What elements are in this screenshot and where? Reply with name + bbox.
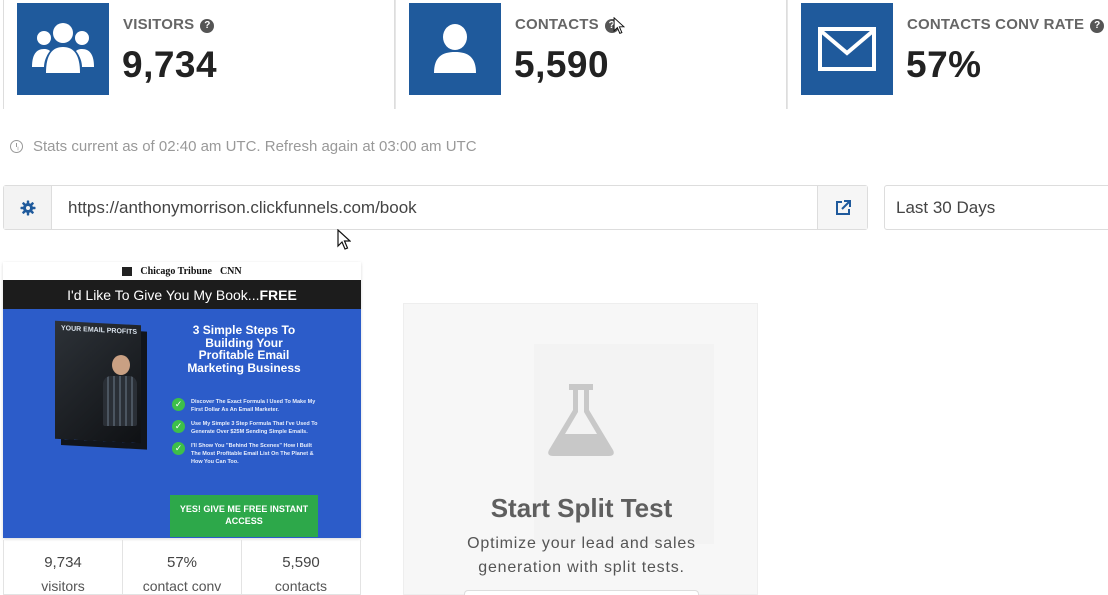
thumb-headline-text: I'd Like To Give You My Book... (67, 286, 260, 303)
thumb-headline: I'd Like To Give You My Book... FREE (3, 280, 361, 309)
press-logos: Chicago Tribune CNN (3, 262, 361, 280)
flask-icon (548, 384, 614, 456)
clock-icon (10, 140, 23, 153)
mouse-cursor-icon (613, 17, 625, 34)
date-range-select[interactable]: Last 30 Days (884, 185, 1108, 230)
help-icon[interactable]: ? (200, 19, 215, 33)
book-title: YOUR EMAIL PROFITS (61, 325, 138, 337)
page-url[interactable]: https://anthonymorrison.clickfunnels.com… (52, 186, 817, 229)
stats-row: VISITORS? 9,734 CONTACTS? 5,590 CONTACTS… (3, 0, 1108, 109)
press-logo-cnn: CNN (219, 265, 242, 277)
list-item: ✓ Discover The Exact Formula I Used To Ma… (172, 398, 322, 414)
author-photo (103, 355, 139, 427)
thumb-hero: YOUR EMAIL PROFITS 3 Simple Steps To Bui… (3, 309, 361, 538)
press-logo-icon (122, 266, 133, 276)
thumb-stat-contacts: 5,590 contacts (274, 554, 328, 594)
thumb-stat-visitors: 9,734 visitors (4, 540, 123, 594)
contacts-card: CONTACTS? 5,590 (395, 0, 787, 109)
thumb-stat-conv: 57% contact conv (123, 540, 242, 594)
split-test-title: Start Split Test (490, 493, 673, 523)
users-icon (17, 3, 109, 95)
list-item: ✓ Use My Simple 3 Step Formula That I've … (172, 420, 322, 436)
conv-rate-label: CONTACTS CONV RATE (907, 16, 1085, 33)
thumb-headline-bold: FREE (259, 286, 297, 303)
start-split-test-button[interactable] (464, 590, 699, 595)
url-bar: https://anthonymorrison.clickfunnels.com… (3, 185, 868, 230)
conv-rate-value: 57% (906, 44, 982, 85)
press-logo-tribune: Chicago Tribune (140, 265, 212, 277)
check-icon: ✓ (172, 398, 185, 411)
visitors-card: VISITORS? 9,734 (3, 0, 395, 109)
help-icon[interactable]: ? (1090, 19, 1105, 33)
status-text: Stats current as of 02:40 am UTC. Refres… (33, 138, 477, 155)
open-page-button[interactable] (817, 186, 867, 229)
contacts-value: 5,590 (514, 44, 610, 85)
thumbnail-stats: 9,734 visitors 57% contact conv 5,590 co… (3, 540, 361, 595)
thumb-cta-button: YES! GIVE ME FREE INSTANT ACCESS (170, 495, 318, 537)
thumb-steps-title: 3 Simple Steps To Building Your Profitab… (187, 323, 301, 375)
user-icon (409, 3, 501, 95)
contacts-label: CONTACTS (515, 16, 599, 33)
envelope-icon (801, 3, 893, 95)
stats-status: Stats current as of 02:40 am UTC. Refres… (10, 138, 477, 155)
mouse-cursor-icon (337, 229, 351, 250)
page-thumbnail[interactable]: Chicago Tribune CNN I'd Like To Give You… (3, 262, 361, 538)
visitors-label: VISITORS (123, 16, 195, 33)
visitors-value: 9,734 (122, 44, 218, 85)
split-test-description: Optimize your lead and sales generation … (467, 535, 696, 576)
thumb-bullets: ✓ Discover The Exact Formula I Used To Ma… (172, 398, 322, 472)
check-icon: ✓ (172, 420, 185, 433)
conv-rate-card: CONTACTS CONV RATE? 57% (787, 0, 1108, 109)
check-icon: ✓ (172, 442, 185, 455)
external-link-icon (835, 199, 851, 215)
settings-button[interactable] (4, 186, 52, 229)
list-item: ✓ I'll Show You "Behind The Scenes" How I… (172, 442, 322, 466)
split-test-panel: Start Split Test Optimize your lead and … (403, 303, 758, 595)
gear-icon (20, 200, 35, 215)
